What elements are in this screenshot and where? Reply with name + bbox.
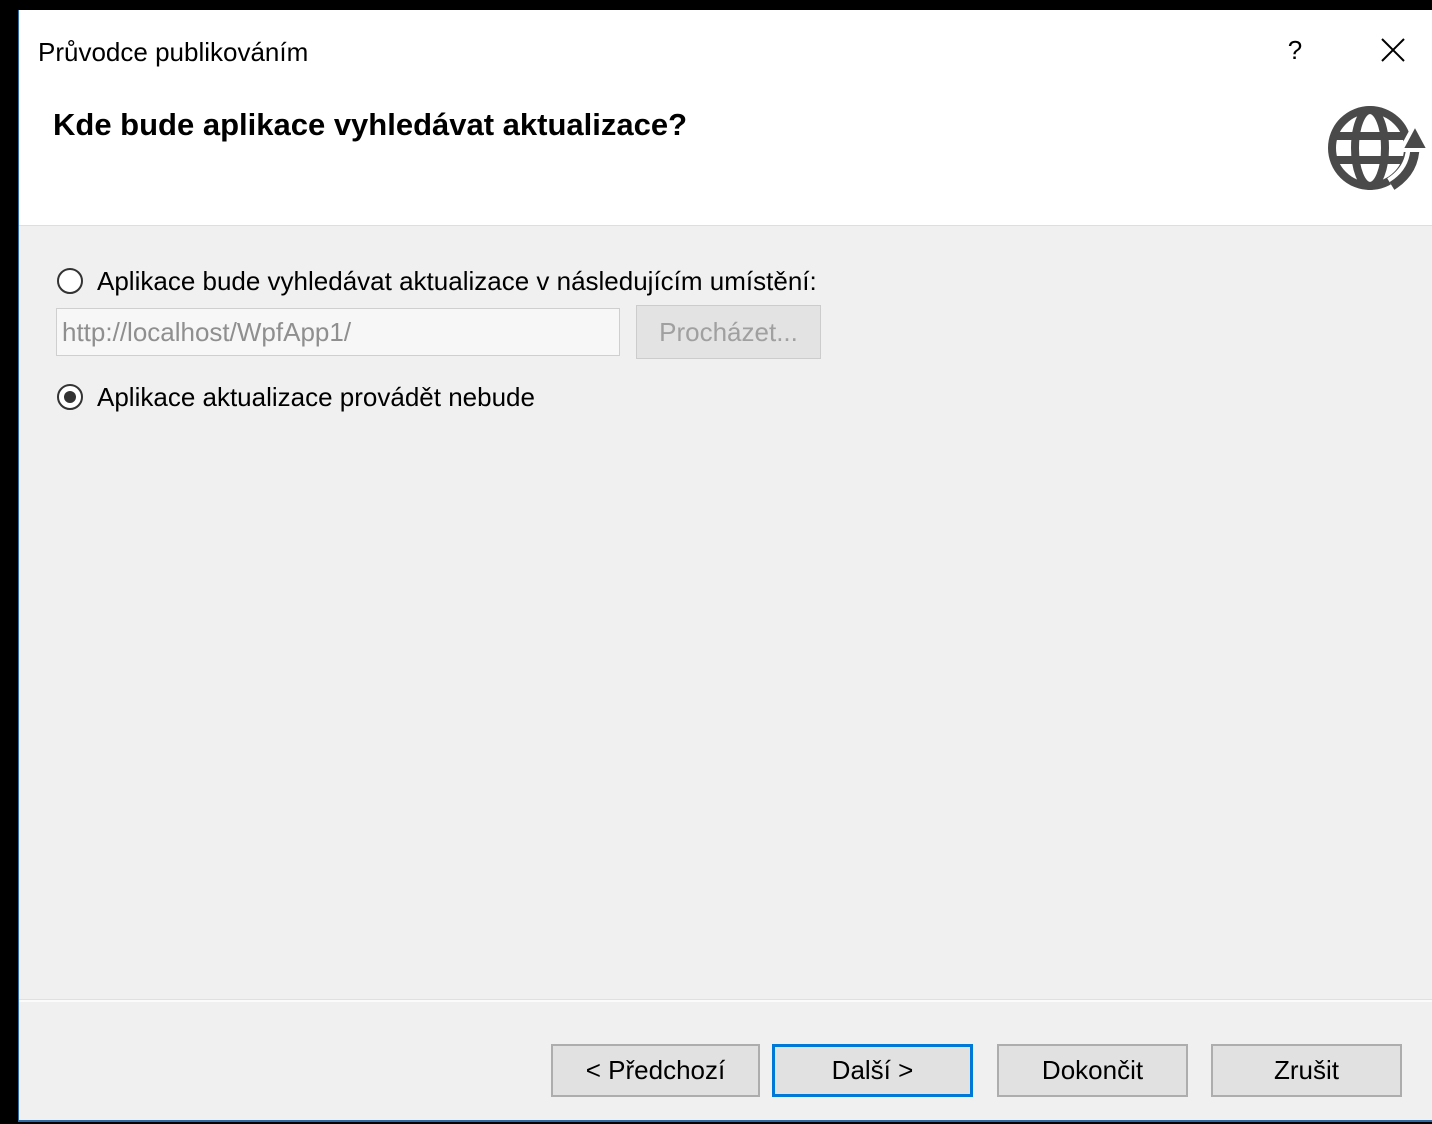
no-updates-radio[interactable]	[57, 384, 83, 410]
close-button[interactable]	[1354, 10, 1432, 90]
globe-upload-icon	[1328, 100, 1432, 194]
check-updates-radio[interactable]	[57, 268, 83, 294]
check-updates-label: Aplikace bude vyhledávat aktualizace v n…	[97, 266, 817, 296]
previous-button[interactable]: < Předchozí	[551, 1044, 760, 1097]
help-label: ?	[1287, 34, 1303, 65]
finish-button[interactable]: Dokončit	[997, 1044, 1188, 1097]
browse-button[interactable]: Procházet...	[636, 305, 821, 359]
publish-wizard-dialog: Průvodce publikováním ? Kde bude aplikac…	[18, 10, 1432, 1122]
page-heading: Kde bude aplikace vyhledávat aktualizace…	[53, 107, 688, 142]
check-updates-option[interactable]: Aplikace bude vyhledávat aktualizace v n…	[57, 266, 817, 296]
close-icon	[1381, 38, 1405, 62]
no-updates-option[interactable]: Aplikace aktualizace provádět nebude	[57, 382, 535, 412]
title-bar[interactable]: Průvodce publikováním ?	[19, 10, 1432, 90]
footer-divider	[19, 999, 1432, 1002]
cancel-button[interactable]: Zrušit	[1211, 1044, 1402, 1097]
wizard-header: Kde bude aplikace vyhledávat aktualizace…	[19, 90, 1432, 226]
window-title: Průvodce publikováním	[38, 37, 309, 67]
next-button[interactable]: Další >	[772, 1044, 973, 1097]
no-updates-label: Aplikace aktualizace provádět nebude	[97, 382, 535, 412]
help-button[interactable]: ?	[1256, 10, 1334, 90]
update-location-input[interactable]	[56, 308, 620, 356]
